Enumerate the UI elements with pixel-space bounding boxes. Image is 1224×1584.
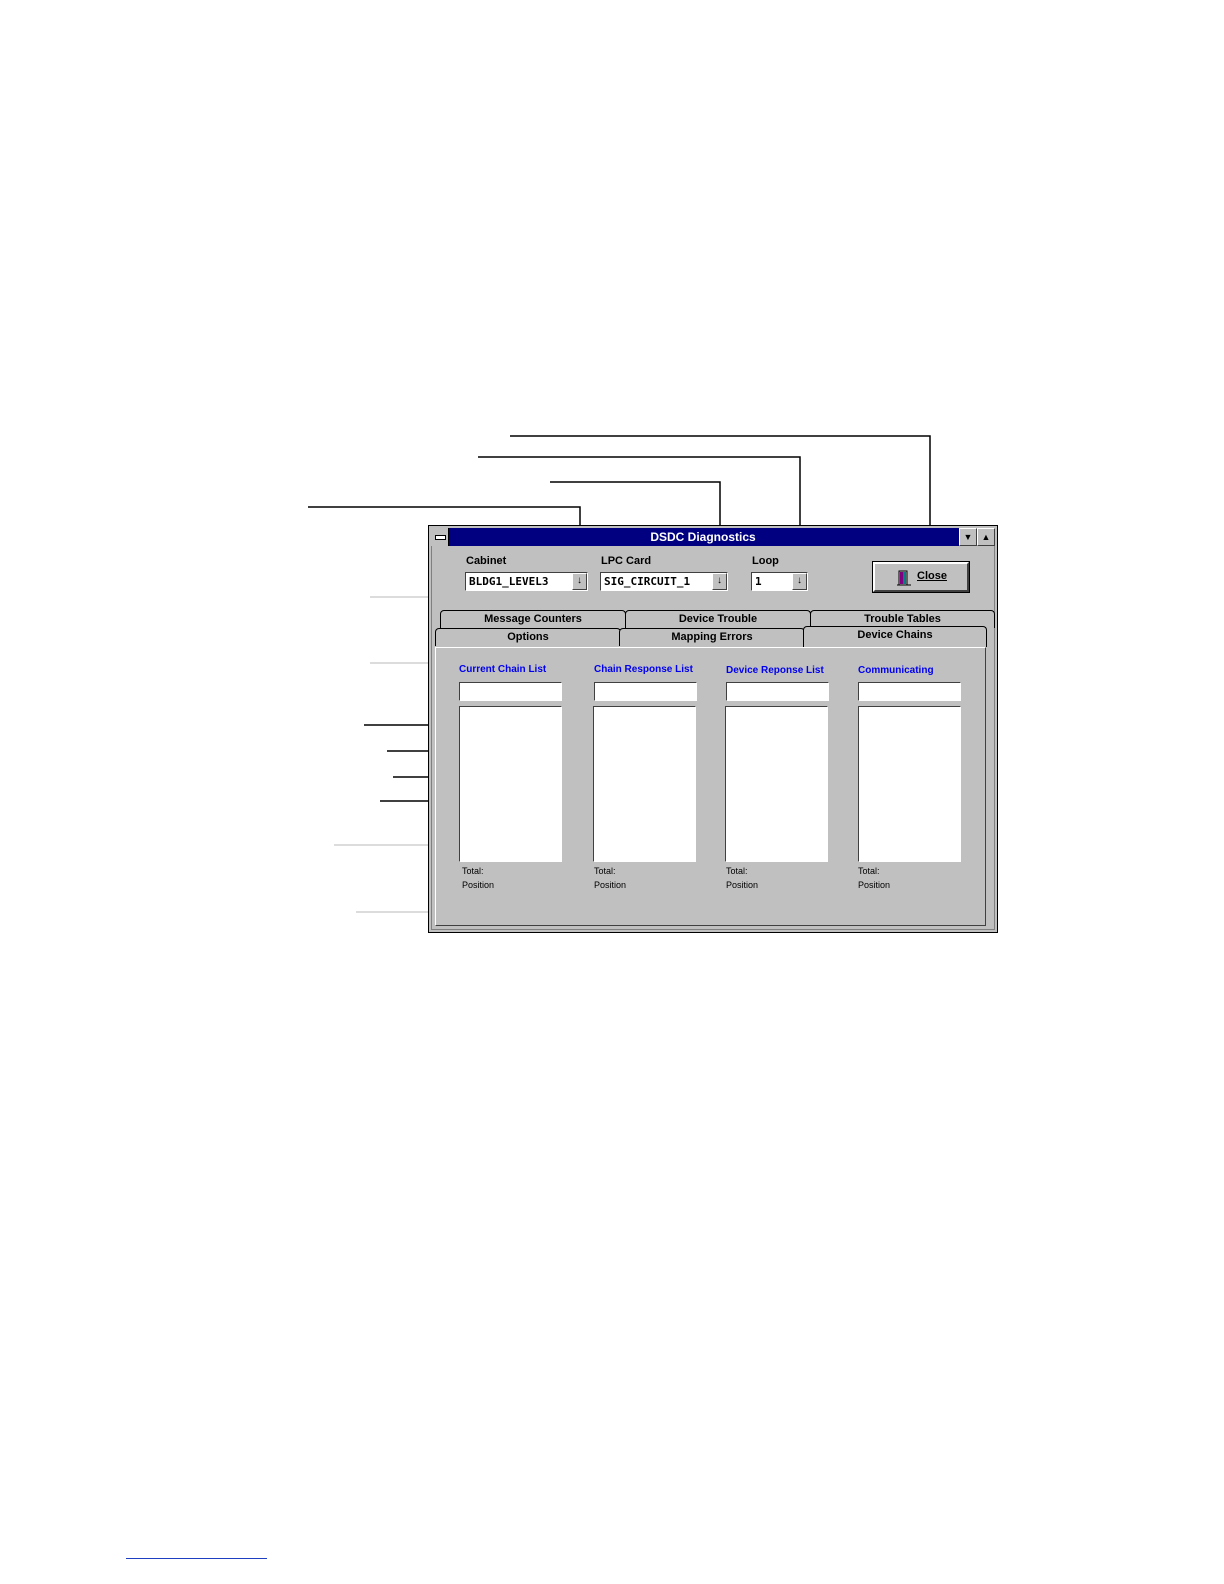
loop-value: 1 bbox=[755, 575, 762, 588]
device-response-total-label: Total: bbox=[726, 866, 748, 876]
system-menu-icon bbox=[435, 535, 446, 540]
minimize-button[interactable]: ▼ bbox=[959, 528, 977, 546]
device-chains-panel: Current Chain List Total: Position Chain… bbox=[435, 647, 986, 926]
chain-response-total-label: Total: bbox=[594, 866, 616, 876]
current-chain-field[interactable] bbox=[459, 682, 562, 701]
tab-device-chains[interactable]: Device Chains bbox=[803, 626, 987, 647]
window-title: DSDC Diagnostics bbox=[650, 530, 756, 544]
communicating-listbox[interactable] bbox=[858, 706, 961, 862]
chain-response-field[interactable] bbox=[594, 682, 697, 701]
close-button-label: Close bbox=[917, 570, 947, 582]
maximize-button[interactable]: ▲ bbox=[977, 528, 995, 546]
lpc-card-dropdown[interactable]: SIG_CIRCUIT_1 ↓ bbox=[600, 572, 728, 591]
communicating-position-label: Position bbox=[858, 880, 891, 890]
close-button[interactable]: Close bbox=[872, 561, 970, 593]
current-chain-position-label: Position bbox=[462, 880, 495, 890]
chevron-down-icon[interactable]: ↓ bbox=[792, 573, 807, 590]
title-bar[interactable]: DSDC Diagnostics ▼ ▲ bbox=[431, 528, 995, 546]
cabinet-label: Cabinet bbox=[466, 555, 507, 567]
loop-label: Loop bbox=[752, 555, 779, 567]
footnote-rule bbox=[126, 1558, 267, 1559]
chevron-down-icon[interactable]: ↓ bbox=[712, 573, 727, 590]
system-menu-button[interactable] bbox=[431, 528, 449, 546]
lpc-card-label: LPC Card bbox=[601, 555, 652, 567]
device-response-list-header: Device Reponse List bbox=[726, 665, 824, 676]
communicating-total-label: Total: bbox=[858, 866, 880, 876]
lpc-card-value: SIG_CIRCUIT_1 bbox=[604, 575, 691, 588]
cabinet-value: BLDG1_LEVEL3 bbox=[469, 575, 549, 588]
tab-mapping-errors[interactable]: Mapping Errors bbox=[619, 628, 805, 646]
chain-response-listbox[interactable] bbox=[593, 706, 696, 862]
chain-response-list-header: Chain Response List bbox=[594, 664, 693, 675]
communicating-field[interactable] bbox=[858, 682, 961, 701]
chevron-down-icon[interactable]: ↓ bbox=[572, 573, 587, 590]
device-response-listbox[interactable] bbox=[725, 706, 828, 862]
device-response-position-label: Position bbox=[726, 880, 759, 890]
chain-response-position-label: Position bbox=[594, 880, 627, 890]
device-response-field[interactable] bbox=[726, 682, 829, 701]
door-exit-icon bbox=[897, 570, 911, 586]
current-chain-total-label: Total: bbox=[462, 866, 484, 876]
communicating-header: Communicating bbox=[858, 665, 934, 676]
tab-options[interactable]: Options bbox=[435, 628, 621, 646]
dsdc-diagnostics-window: DSDC Diagnostics ▼ ▲ Cabinet BLDG1_LEVEL… bbox=[428, 525, 998, 933]
current-chain-listbox[interactable] bbox=[459, 706, 562, 862]
loop-dropdown[interactable]: 1 ↓ bbox=[751, 572, 808, 591]
cabinet-dropdown[interactable]: BLDG1_LEVEL3 ↓ bbox=[465, 572, 588, 591]
tab-message-counters[interactable]: Message Counters bbox=[440, 610, 626, 628]
current-chain-list-header: Current Chain List bbox=[459, 664, 547, 675]
tab-device-trouble[interactable]: Device Trouble bbox=[625, 610, 811, 628]
